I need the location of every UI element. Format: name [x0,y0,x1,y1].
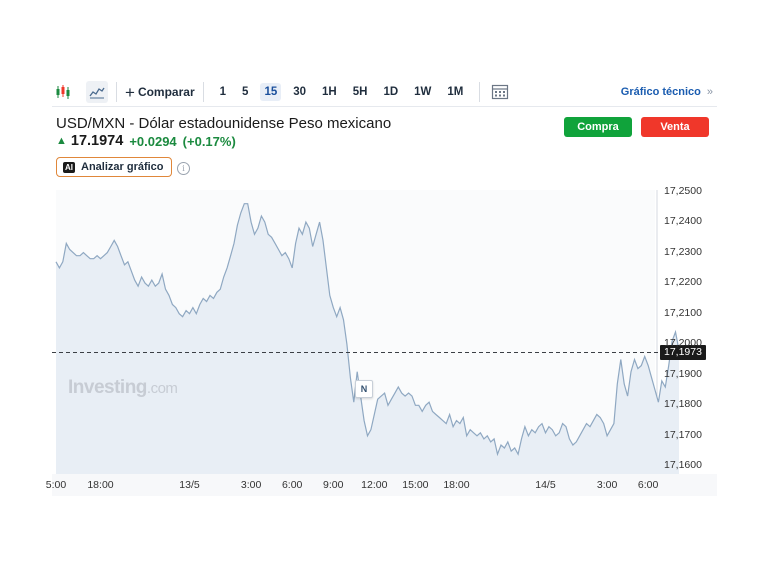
investing-watermark: Investing.com [68,377,178,399]
interval-5[interactable]: 5 [238,83,252,101]
interval-30[interactable]: 30 [289,83,310,101]
price-row: ▲ 17.1974 +0.0294 (+0.17%) [56,133,242,149]
watermark-text: Investing [68,377,147,398]
sell-button[interactable]: Venta [641,117,709,137]
area-chart-icon[interactable] [86,81,108,103]
toolbar-divider [479,82,481,102]
x-tick-label: 18:00 [443,479,470,491]
technical-chart-label: Gráfico técnico [620,86,701,98]
technical-chart-link[interactable]: Gráfico técnico » [621,86,713,98]
chart-toolbar: + Comparar 1 5 15 30 1H 5H 1D 1W 1M Gráfico técn… [52,78,717,107]
chart-canvas [52,190,680,474]
plus-icon: + [125,82,135,102]
analyze-chart-button[interactable]: AI Analizar gráfico [56,157,172,177]
news-marker[interactable]: N [355,380,373,398]
toolbar-divider [202,82,204,102]
x-tick-label: 15:00 [402,479,429,491]
price-change-percent: (+0.17%) [182,133,236,149]
y-tick-label: 17,1900 [664,367,702,380]
interval-1w[interactable]: 1W [410,83,435,101]
interval-1h[interactable]: 1H [318,83,341,101]
x-tick-label: 6:00 [637,479,659,491]
x-tick-label: 12:00 [361,479,388,491]
y-tick-label: 17,2400 [664,215,702,228]
interval-1d[interactable]: 1D [379,83,402,101]
ai-icon: AI [63,161,75,173]
x-tick-label: 3:00 [240,479,262,491]
interval-5h[interactable]: 5H [349,83,372,101]
last-price: 17.1974 [70,133,124,149]
calendar-icon[interactable] [488,81,510,103]
y-tick-label: 17,2300 [664,245,702,258]
watermark-suffix: .com [146,380,178,397]
interval-15[interactable]: 15 [260,83,282,101]
x-tick-label: 6:00 [281,479,303,491]
double-chevron-right-icon: » [706,86,713,98]
instrument-title: USD/MXN - Dólar estadounidense Peso mexi… [56,115,392,132]
analyze-chart-label: Analizar gráfico [81,161,164,173]
price-change: +0.0294 [129,133,177,149]
x-tick-label: 5:00 [45,479,67,491]
x-tick-label: 13/5 [179,479,200,491]
y-tick-label: 17,2200 [664,276,702,289]
y-tick-label: 17,1800 [664,398,702,411]
y-tick-label: 17,1600 [664,459,702,472]
x-tick-label: 3:00 [596,479,618,491]
info-icon[interactable]: i [177,162,190,175]
price-chart[interactable]: Investing.com N 17,1973 17,2500 17,2400 17… [46,185,717,496]
compare-label: Comparar [137,85,195,99]
x-tick-label: 18:00 [87,479,114,491]
candlestick-chart-icon[interactable] [52,81,74,103]
y-tick-label: 17,2000 [664,337,702,350]
y-tick-label: 17,1700 [664,428,702,441]
toolbar-divider [116,82,117,102]
up-arrow-icon: ▲ [56,135,67,147]
interval-1[interactable]: 1 [216,83,230,101]
interval-selector: 1 5 15 30 1H 5H 1D 1W 1M [212,83,472,101]
y-tick-label: 17,2500 [664,184,702,197]
compare-button[interactable]: + Comparar [125,84,195,101]
y-tick-label: 17,2100 [664,306,702,319]
buy-button[interactable]: Compra [564,117,632,137]
x-tick-label: 14/5 [535,479,556,491]
x-tick-label: 9:00 [323,479,344,491]
interval-1m[interactable]: 1M [443,83,467,101]
